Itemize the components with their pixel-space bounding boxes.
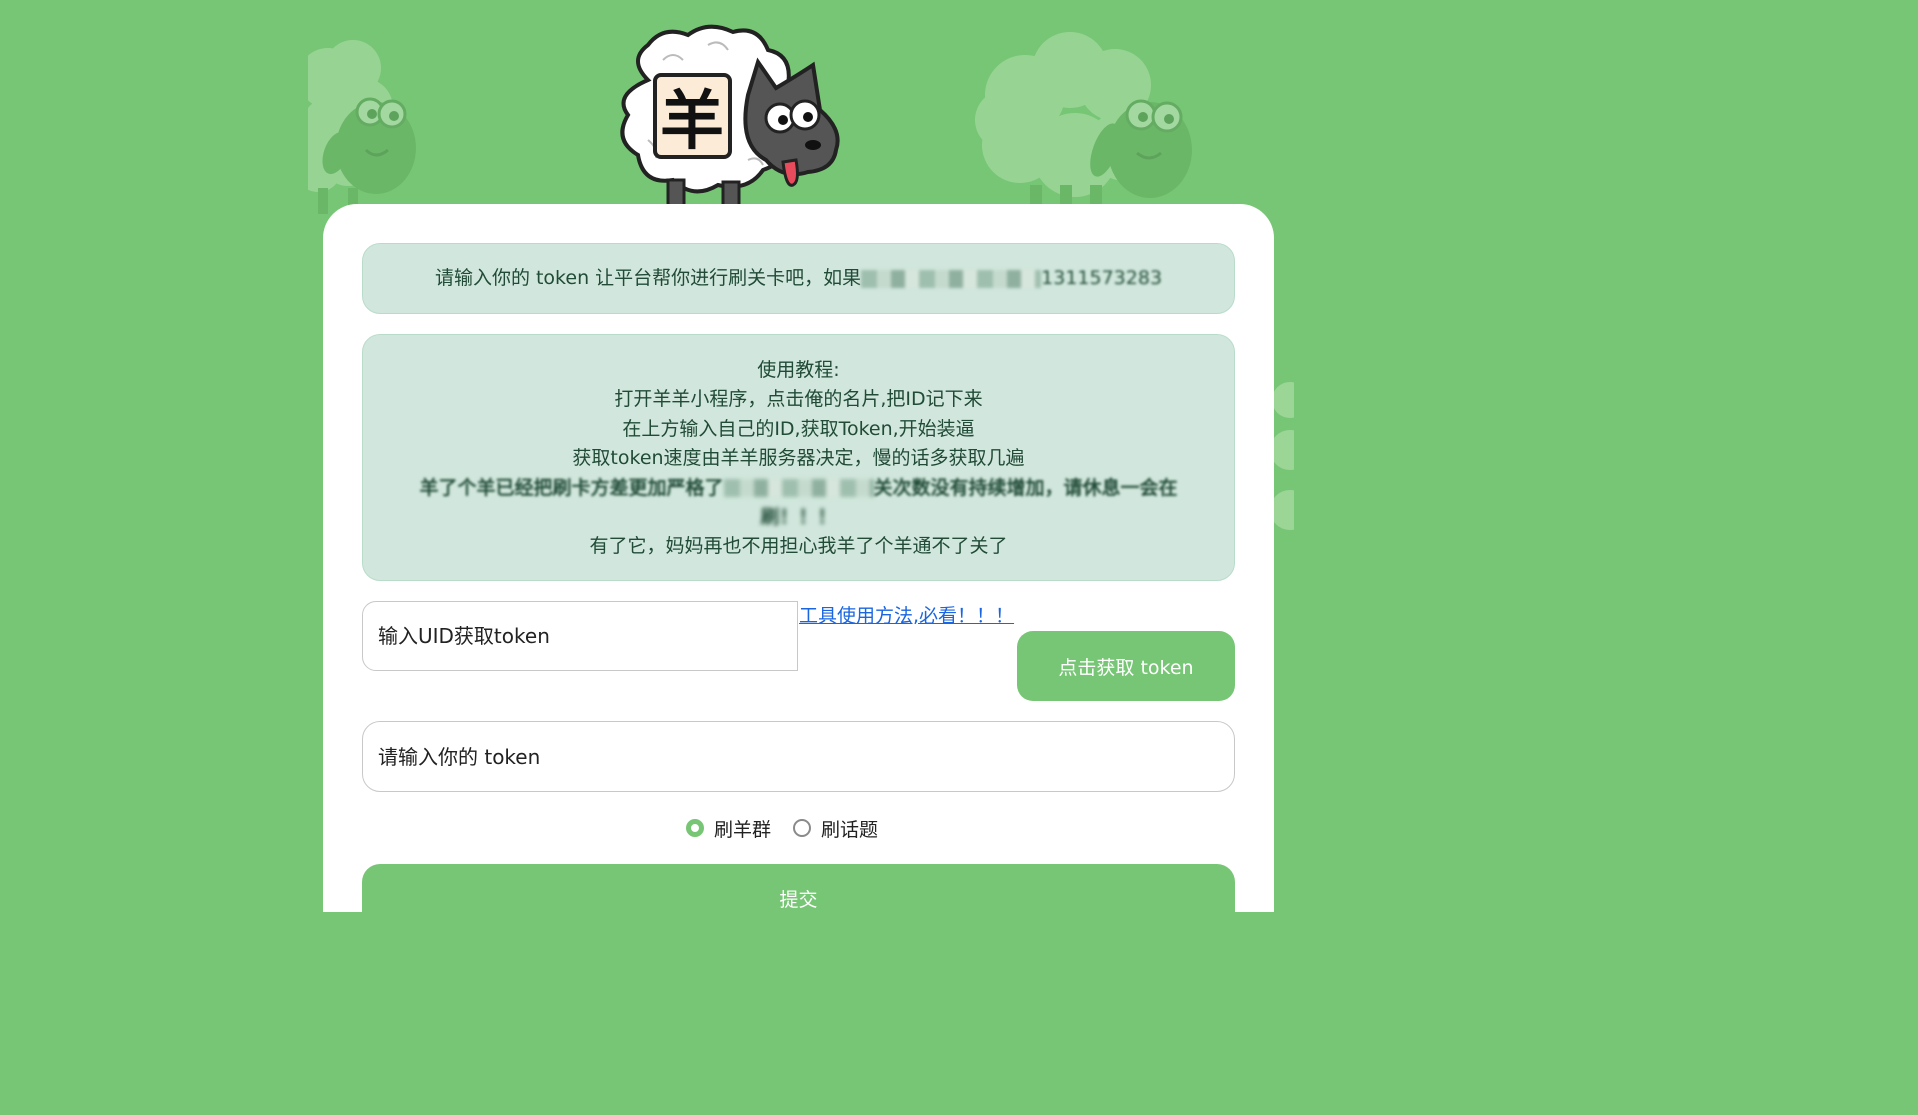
tool-usage-link[interactable]: 工具使用方法,必看！！！ [799,603,1014,629]
usage-guide: 使用教程: 打开羊羊小程序，点击俺的名片,把ID记下来 在上方输入自己的ID,获… [362,334,1235,581]
guide-step-4-prefix: 羊了个羊已经把刷卡方差更加严格了 [419,476,724,499]
guide-step-4-suffix: 关次数没有持续增加，请休息一会在 [873,476,1178,499]
notice-alert: 请输入你的 token 让平台帮你进行刷关卡吧，如果 1311573283 [362,243,1235,314]
radio-topic[interactable]: 刷话题 [793,815,878,842]
guide-step-2: 在上方输入自己的ID,获取Token,开始装逼 [622,417,975,440]
submit-button[interactable]: 提交 [362,864,1235,912]
notice-contact: 1311573283 [1041,267,1163,289]
background-sheep-right [975,32,1192,215]
guide-step-3: 获取token速度由羊羊服务器决定，慢的话多获取几遍 [572,447,1025,470]
redacted-block [861,269,1042,288]
guide-step-4-tail: 刷！！！ [760,505,837,528]
get-token-button[interactable]: 点击获取 token [1017,631,1235,701]
mode-radio-group: 刷羊群 刷话题 [686,813,900,843]
guide-step-4: 羊了个羊已经把刷卡方差更加严格了 关次数没有持续增加，请休息一会在 [363,474,1234,503]
background-sheep-left [308,40,416,214]
radio-sheep-group[interactable]: 刷羊群 [686,815,771,842]
page: 羊 请输入你的 token 让平台帮你进行刷关卡吧，如果 1311573283 使… [0,0,1568,912]
svg-text:羊: 羊 [660,85,724,159]
guide-title: 使用教程: [757,359,840,381]
guide-step-1: 打开羊羊小程序，点击俺的名片,把ID记下来 [614,388,983,411]
radio-button-selected[interactable] [686,819,704,837]
guide-step-5: 有了它，妈妈再也不用担心我羊了个羊通不了关了 [589,535,1008,558]
hero-sheep-logo: 羊 [620,24,840,208]
radio-label: 刷羊群 [714,818,772,841]
radio-button[interactable] [793,819,812,837]
redacted-block [723,479,874,498]
notice-text: 请输入你的 token 让平台帮你进行刷关卡吧，如果 [434,267,862,289]
uid-input[interactable] [362,601,798,671]
radio-label: 刷话题 [821,818,879,841]
token-input[interactable] [362,721,1235,792]
